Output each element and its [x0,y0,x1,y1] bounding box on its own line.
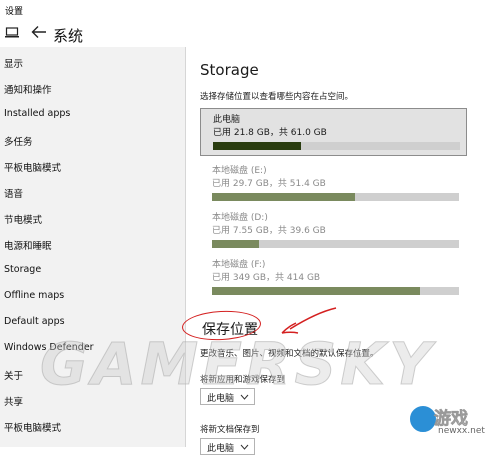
sidebar-item-notifications[interactable]: 通知和操作 [4,82,52,96]
sidebar-item-display[interactable]: 显示 [4,56,23,70]
page-title: 系统 [53,27,84,45]
back-arrow-icon[interactable] [31,25,47,39]
sidebar-item-battery-saver[interactable]: 节电模式 [4,212,42,226]
sidebar-item-speech[interactable]: 语音 [4,186,23,200]
drive-this-pc[interactable]: 此电脑 已用 21.8 GB，共 61.0 GB [200,108,467,156]
main-content: Storage 选择存储位置以查看哪些内容在占空间。 此电脑 已用 21.8 G… [181,47,500,455]
drive-usage-fill [213,142,302,150]
page-header: 系统 [0,20,500,47]
drive-usage: 已用 29.7 GB，共 51.4 GB [212,179,326,189]
window-titlebar: 设置 [0,0,500,20]
new-docs-value: 此电脑 [207,444,235,454]
sidebar-item-share[interactable]: 共享 [4,394,23,408]
window-title: 设置 [5,7,24,17]
sidebar-item-default-apps[interactable]: Default apps [4,316,65,327]
new-docs-label: 将新文档保存到 [200,425,260,435]
sidebar-item-tablet-mode-2[interactable]: 平板电脑模式 [4,420,61,434]
drive-e[interactable]: 本地磁盘 (E:) 已用 29.7 GB，共 51.4 GB [200,160,467,208]
drive-usage-fill [212,240,260,248]
new-apps-label: 将新应用和游戏保存到 [200,375,286,385]
drive-name: 本地磁盘 (F:) [212,260,266,270]
drive-usage-bar [212,287,459,295]
save-locations-description: 更改音乐、图片、视频和文档的默认保存位置。 [200,349,379,359]
drive-usage-bar [213,142,460,150]
pc-icon [5,27,19,38]
sidebar-item-about[interactable]: 关于 [4,368,23,382]
drive-name: 本地磁盘 (D:) [212,213,268,223]
drive-usage-bar [212,240,459,248]
drive-f[interactable]: 本地磁盘 (F:) 已用 349 GB，共 414 GB [200,254,467,302]
sidebar-item-windows-defender[interactable]: Windows Defender [4,342,94,353]
new-apps-select[interactable]: 此电脑 [200,388,255,405]
storage-description: 选择存储位置以查看哪些内容在占空间。 [200,92,354,102]
sidebar-item-storage[interactable]: Storage [4,264,41,275]
sidebar-item-power-sleep[interactable]: 电源和睡眠 [4,238,52,252]
new-apps-value: 此电脑 [207,394,235,404]
drive-name: 本地磁盘 (E:) [212,166,267,176]
drive-usage-fill [212,193,355,201]
chevron-down-icon [240,394,249,400]
annotation-arrow-icon [281,307,337,334]
drive-usage-bar [212,193,459,201]
drive-usage: 已用 7.55 GB，共 39.6 GB [212,226,326,236]
drive-usage-fill [212,287,421,295]
sidebar-item-multitasking[interactable]: 多任务 [4,134,33,148]
drive-usage: 已用 21.8 GB，共 61.0 GB [213,128,327,138]
storage-title: Storage [200,61,259,79]
sidebar-item-tablet-mode[interactable]: 平板电脑模式 [4,160,61,174]
drive-name: 此电脑 [213,115,241,125]
sidebar-item-installed-apps[interactable]: Installed apps [4,108,70,119]
sidebar: 显示 通知和操作 Installed apps 多任务 平板电脑模式 语音 节电… [0,47,185,447]
sidebar-item-offline-maps[interactable]: Offline maps [4,290,64,301]
drive-usage: 已用 349 GB，共 414 GB [212,273,321,283]
chevron-down-icon [240,444,249,450]
drive-d[interactable]: 本地磁盘 (D:) 已用 7.55 GB，共 39.6 GB [200,207,467,255]
